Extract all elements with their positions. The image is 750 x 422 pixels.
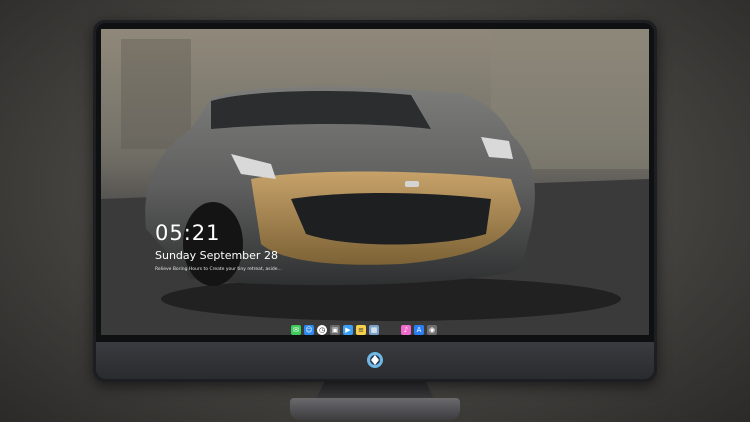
video-icon[interactable]: ▶ bbox=[343, 325, 353, 335]
monitor-stand-base bbox=[290, 398, 460, 420]
lockscreen-date: Sunday September 28 bbox=[155, 249, 278, 262]
desktop-screen: 05:21 Sunday September 28 Relieve Boring… bbox=[101, 29, 649, 335]
app-store-icon[interactable]: A bbox=[414, 325, 424, 335]
monitor-bezel: 05:21 Sunday September 28 Relieve Boring… bbox=[96, 23, 654, 379]
finder-icon[interactable]: ☺ bbox=[304, 325, 314, 335]
lockscreen-clock: 05:21 bbox=[155, 221, 221, 245]
lockscreen-tagline: Relieve Boring Hours to Create your tiny… bbox=[155, 267, 282, 272]
dock-separator bbox=[382, 325, 398, 335]
monitor: 05:21 Sunday September 28 Relieve Boring… bbox=[93, 20, 657, 382]
brand-logo-icon bbox=[367, 352, 383, 368]
preview-icon[interactable]: ▦ bbox=[369, 325, 379, 335]
wallpaper-car-image bbox=[101, 29, 649, 335]
notes-icon[interactable]: ≡ bbox=[356, 325, 366, 335]
monitor-chin bbox=[96, 342, 654, 379]
camera-icon[interactable]: ◉ bbox=[427, 325, 437, 335]
itunes-icon[interactable]: ♪ bbox=[401, 325, 411, 335]
clock-icon[interactable]: ◷ bbox=[317, 325, 327, 335]
dock: ✉ ☺ ◷ ▣ ▶ ≡ ▦ ♪ A ◉ bbox=[291, 325, 437, 335]
messages-icon[interactable]: ✉ bbox=[291, 325, 301, 335]
photos-app-icon[interactable]: ▣ bbox=[330, 325, 340, 335]
